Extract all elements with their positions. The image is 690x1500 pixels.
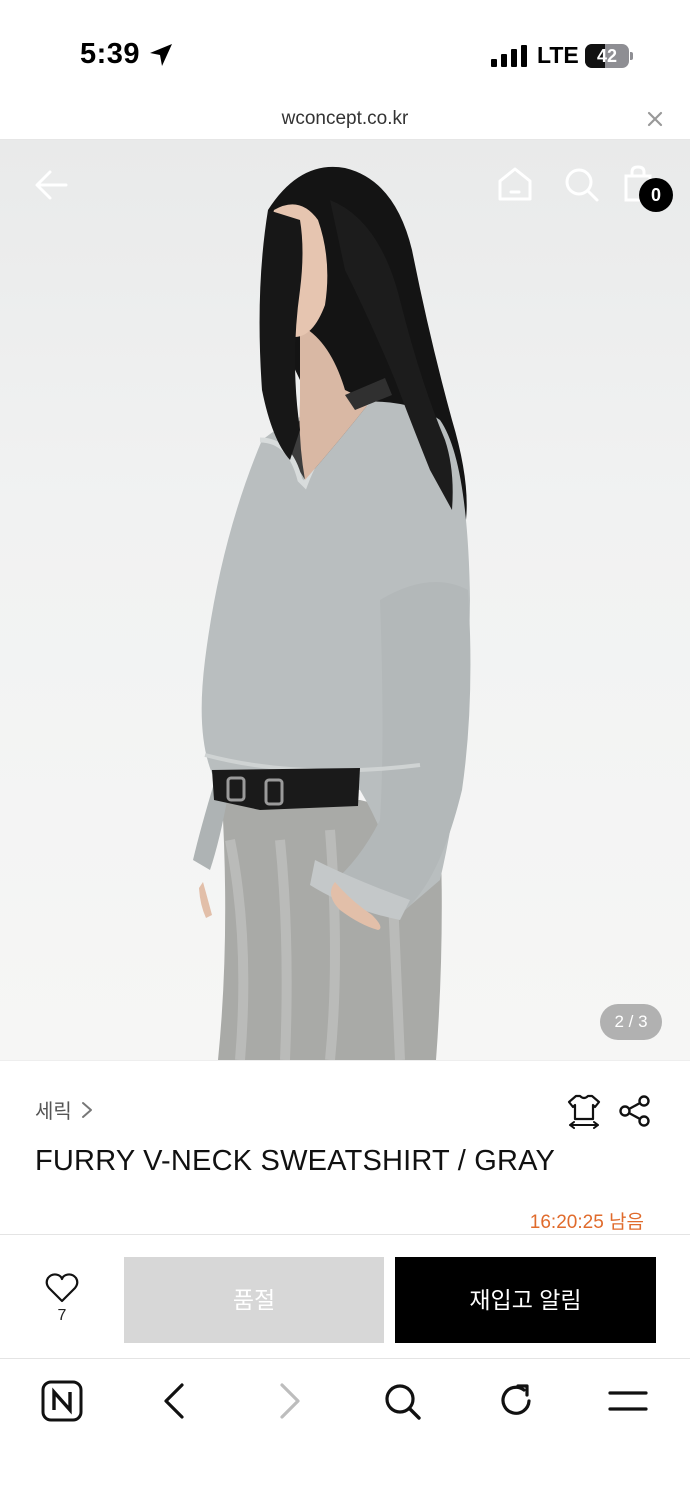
product-image-gallery[interactable]: 0 2 / 3 (0, 140, 690, 1060)
wishlist-button[interactable]: 7 (40, 1273, 84, 1335)
close-icon[interactable] (644, 108, 666, 130)
chevron-right-icon (81, 1101, 92, 1118)
brand-name[interactable]: 세릭 (35, 1095, 72, 1124)
purchase-action-bar: 7 품절 재입고 알림 (0, 1234, 690, 1359)
search-icon[interactable] (562, 164, 600, 204)
brand-link[interactable]: 세릭 (35, 1095, 94, 1124)
address-bar[interactable]: wconcept.co.kr (0, 100, 690, 140)
location-arrow-icon (150, 44, 172, 66)
size-guide-icon[interactable] (566, 1093, 602, 1129)
home-icon[interactable] (496, 164, 534, 204)
menu-icon[interactable] (606, 1379, 650, 1423)
status-bar: 5:39 LTE 42 (0, 0, 690, 100)
battery-icon: 42 (585, 44, 633, 68)
network-type: LTE (537, 42, 579, 68)
heart-icon[interactable] (45, 1273, 79, 1303)
product-title: FURRY V-NECK SWEATSHIRT / GRAY (35, 1145, 556, 1177)
sale-countdown: 16:20:25 남음 (529, 1212, 644, 1233)
restock-alert-button[interactable]: 재입고 알림 (395, 1257, 656, 1343)
product-photo (193, 166, 471, 1060)
share-icon[interactable] (618, 1095, 652, 1127)
product-info: 세릭 FURRY V-NECK SWEATSHIRT / GRAY 16:20:… (0, 1060, 690, 1234)
like-count: 7 (57, 1307, 67, 1324)
reload-icon[interactable] (494, 1379, 538, 1423)
browser-forward-icon[interactable] (266, 1379, 310, 1423)
browser-toolbar (0, 1359, 690, 1500)
browser-search-icon[interactable] (380, 1379, 424, 1423)
battery-level: 42 (596, 46, 618, 66)
back-arrow-icon[interactable] (32, 165, 72, 205)
cellular-signal-icon (491, 45, 527, 67)
soldout-button[interactable]: 품절 (124, 1257, 384, 1343)
image-pager: 2 / 3 (600, 1004, 662, 1040)
browser-back-icon[interactable] (154, 1379, 198, 1423)
status-time: 5:39 (80, 38, 141, 70)
naver-home-icon[interactable] (40, 1379, 84, 1423)
cart-count-badge[interactable]: 0 (639, 178, 673, 212)
url-text[interactable]: wconcept.co.kr (0, 108, 690, 130)
